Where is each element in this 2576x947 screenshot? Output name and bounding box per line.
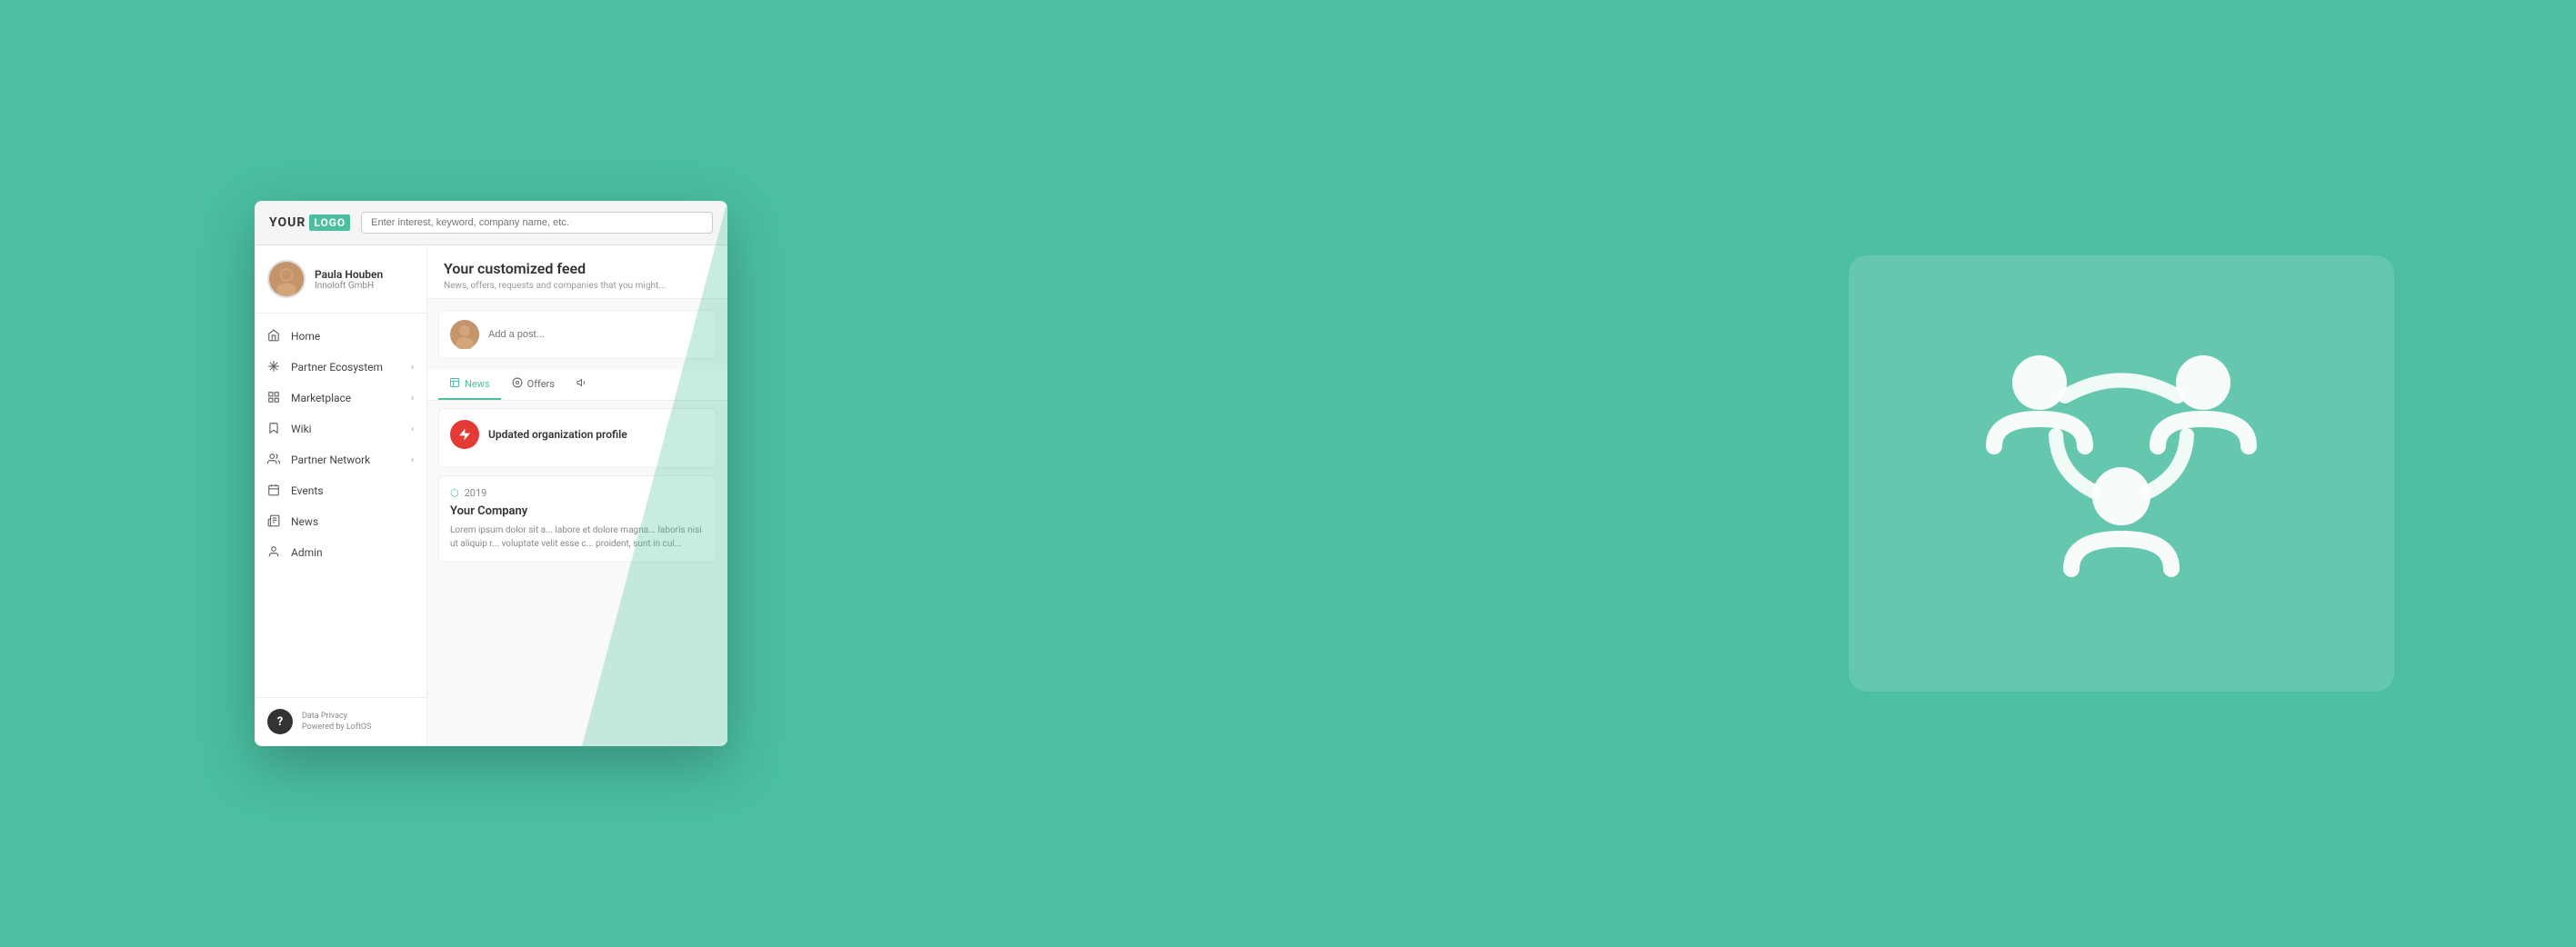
post-avatar [450,320,479,349]
company-card-year: 2019 [465,487,487,499]
content-area: Paula Houben Innoloft GmbH Home [255,245,727,745]
sidebar-item-news[interactable]: News [255,506,426,537]
tab-offers[interactable]: Offers [501,370,566,400]
search-input[interactable] [361,212,713,234]
browser-window: YOUR LOGO [255,201,727,746]
users-icon [267,453,282,467]
chevron-icon-marketplace: › [411,394,414,404]
post-avatar-svg [450,320,479,349]
nav-menu: Home Partner Ecosystem › [255,314,426,697]
grid-icon [267,391,282,405]
tab-more[interactable] [566,370,598,400]
activity-card-title: Updated organization profile [488,428,627,441]
user-info: Paula Houben Innoloft GmbH [315,268,383,291]
sidebar-footer: ? Data Privacy Powered by LoftOS [255,697,426,745]
chevron-icon-wiki: › [411,424,414,434]
sidebar-item-events[interactable]: Events [255,475,426,506]
avatar-svg [269,260,304,298]
chevron-icon-partner-ecosystem: › [411,363,414,373]
sidebar-item-admin[interactable]: Admin [255,537,426,568]
logo-area: YOUR LOGO [269,214,350,231]
sidebar-label-marketplace: Marketplace [291,392,402,404]
sidebar-label-wiki: Wiki [291,423,402,435]
sidebar-label-admin: Admin [291,546,414,559]
tab-offers-label: Offers [527,378,555,390]
sidebar-label-partner-network: Partner Network [291,454,402,466]
sidebar-item-home[interactable]: Home [255,321,426,352]
main-feed: Your customized feed News, offers, reque… [427,245,727,745]
sidebar-item-marketplace[interactable]: Marketplace › [255,383,426,414]
top-bar: YOUR LOGO [255,201,727,245]
footer-links: Data Privacy Powered by LoftOS [302,712,371,732]
people-network-illustration [1967,328,2276,619]
company-card: ⬡ 2019 Your Company Lorem ipsum dolor si… [438,475,717,563]
feed-tabs: News Offers [427,370,727,401]
post-input[interactable] [488,329,705,340]
admin-icon [267,545,282,560]
company-card-meta: ⬡ 2019 [450,487,705,499]
sidebar: Paula Houben Innoloft GmbH Home [255,245,427,745]
bookmark-icon [267,422,282,436]
powered-by-text: Powered by LoftOS [302,723,371,732]
year-icon: ⬡ [450,487,459,499]
user-section: Paula Houben Innoloft GmbH [255,245,426,314]
sidebar-label-news: News [291,515,414,528]
activity-icon [450,420,479,449]
company-card-name: Your Company [450,504,705,518]
news-tab-icon [449,377,460,391]
sidebar-label-home: Home [291,330,414,343]
calendar-icon [267,483,282,498]
illustration-card [1849,255,2394,692]
home-icon [267,329,282,344]
user-name: Paula Houben [315,268,383,281]
main-container: YOUR LOGO [0,0,2576,947]
logo-box-text: LOGO [309,214,350,231]
tab-news[interactable]: News [438,370,501,400]
user-company: Innoloft GmbH [315,281,383,291]
feed-title: Your customized feed [444,260,711,277]
offers-tab-icon [512,377,523,391]
bolt-icon [457,427,472,442]
more-tab-icon [576,377,587,391]
logo-your-text: YOUR [269,215,306,230]
asterisk-icon [267,360,282,374]
company-card-body: Lorem ipsum dolor sit a... labore et dol… [450,523,705,551]
post-box [438,310,717,359]
avatar-image [269,262,304,296]
sidebar-label-events: Events [291,484,414,497]
activity-card: Updated organization profile [438,408,717,468]
help-button[interactable]: ? [267,709,293,734]
sidebar-item-partner-ecosystem[interactable]: Partner Ecosystem › [255,352,426,383]
data-privacy-link[interactable]: Data Privacy [302,712,371,721]
activity-card-header: Updated organization profile [450,420,705,449]
avatar [267,260,306,298]
sidebar-label-partner-ecosystem: Partner Ecosystem [291,361,402,374]
chevron-icon-partner-network: › [411,455,414,465]
feed-header: Your customized feed News, offers, reque… [427,245,727,299]
tab-news-label: News [465,378,490,390]
feed-subtitle: News, offers, requests and companies tha… [444,281,711,291]
sidebar-item-partner-network[interactable]: Partner Network › [255,444,426,475]
sidebar-item-wiki[interactable]: Wiki › [255,414,426,444]
newspaper-icon [267,514,282,529]
